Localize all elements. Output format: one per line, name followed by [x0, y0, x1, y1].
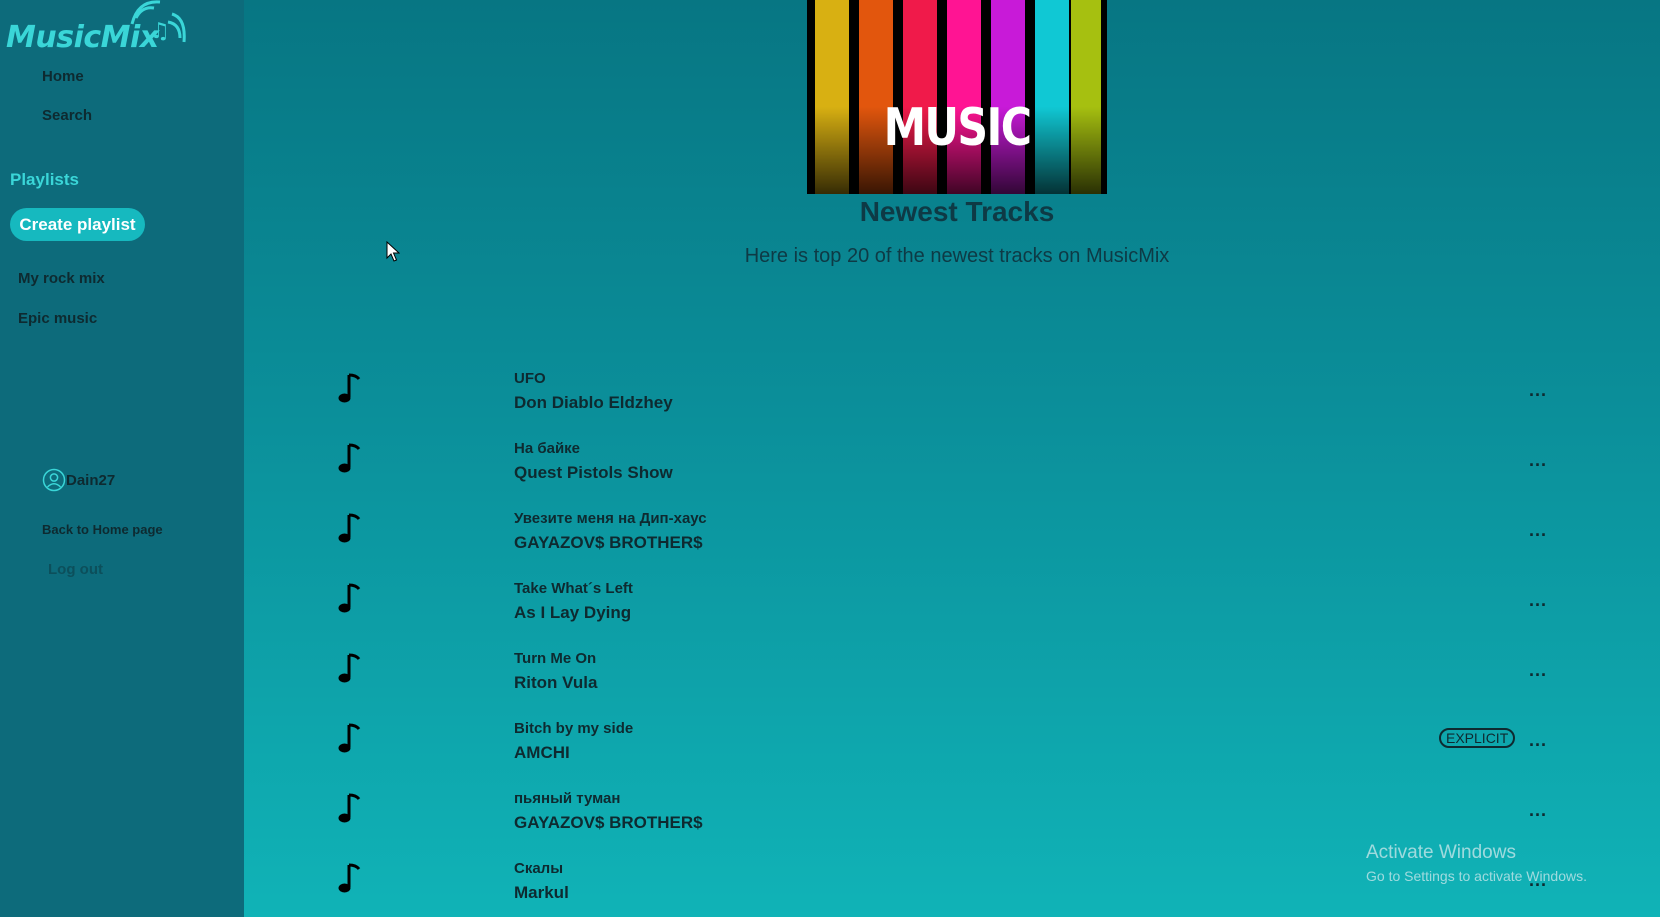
music-note-icon	[338, 583, 361, 613]
track-row[interactable]: Bitch by my side AMCHI EXPLICIT ...	[334, 716, 1564, 776]
track-name: пьяный туман	[514, 790, 621, 807]
track-artist: AMCHI	[514, 743, 570, 762]
cover-text: MUSIC	[883, 98, 1032, 158]
track-name: Увезите меня на Дип-хаус	[514, 510, 707, 527]
more-options-button[interactable]: ...	[1529, 660, 1547, 681]
svg-text:♫: ♫	[150, 19, 170, 44]
track-name: На байке	[514, 440, 581, 457]
track-row[interactable]: Take What´s Left As I Lay Dying ...	[334, 576, 1564, 636]
track-name: Bitch by my side	[514, 720, 634, 737]
sidebar: MusicMix ♫ Home Search Playlists Create …	[0, 0, 244, 917]
track-artist: GAYAZOV$ BROTHER$	[514, 533, 703, 552]
track-artist: Markul	[514, 883, 569, 902]
cover-stripes	[807, 0, 1107, 194]
track-row[interactable]: пьяный туман GAYAZOV$ BROTHER$ ...	[334, 786, 1564, 846]
music-note-icon	[338, 653, 361, 683]
watermark-subtitle: Go to Settings to activate Windows.	[1366, 868, 1587, 884]
track-name: UFO	[514, 370, 546, 387]
main-content: MUSIC Newest Tracks Here is top 20 of th…	[244, 0, 1660, 917]
track-row[interactable]: Увезите меня на Дип-хаус GAYAZOV$ BROTHE…	[334, 506, 1564, 566]
track-name: Скалы	[514, 860, 564, 877]
activate-windows-watermark: Activate Windows Go to Settings to activ…	[1366, 842, 1587, 884]
user-profile[interactable]: Dain27	[42, 468, 115, 492]
music-note-icon	[338, 373, 361, 403]
more-options-button[interactable]: ...	[1529, 520, 1547, 541]
username: Dain27	[66, 471, 116, 489]
music-note-icon	[338, 723, 361, 753]
page-title: Newest Tracks	[859, 196, 1055, 227]
music-note-icon	[338, 863, 361, 893]
track-row[interactable]: На байке Quest Pistols Show ...	[334, 436, 1564, 496]
more-options-button[interactable]: ...	[1529, 800, 1547, 821]
track-artist: As I Lay Dying	[514, 603, 632, 622]
more-options-button[interactable]: ...	[1529, 730, 1547, 751]
playlist-item-my-rock-mix[interactable]: My rock mix	[18, 270, 105, 287]
more-options-button[interactable]: ...	[1529, 380, 1547, 401]
sidebar-item-search[interactable]: Search	[42, 107, 92, 124]
track-row[interactable]: Turn Me On Riton Vula ...	[334, 646, 1564, 706]
track-row[interactable]: UFO Don Diablo Eldzhey ...	[334, 366, 1564, 426]
watermark-title: Activate Windows	[1366, 842, 1516, 863]
logout-button[interactable]: Log out	[48, 561, 103, 578]
music-note-icon	[338, 443, 361, 473]
music-note-icon	[338, 513, 361, 543]
musicmix-logo[interactable]: MusicMix ♫	[4, 0, 186, 56]
more-options-button[interactable]: ...	[1529, 590, 1547, 611]
mouse-pointer-icon	[386, 241, 400, 262]
playlist-item-epic-music[interactable]: Epic music	[18, 310, 97, 327]
track-artist: Quest Pistols Show	[514, 463, 673, 482]
user-avatar-icon	[42, 468, 66, 492]
playlists-heading: Playlists	[10, 170, 79, 189]
create-playlist-button[interactable]: Create playlist	[10, 208, 145, 241]
music-note-icon	[338, 793, 361, 823]
sidebar-item-home[interactable]: Home	[42, 68, 84, 85]
track-artist: Riton Vula	[514, 673, 598, 692]
music-waves-icon: ♫	[130, 0, 186, 44]
more-options-button[interactable]: ...	[1529, 450, 1547, 471]
track-name: Take What´s Left	[514, 580, 633, 597]
page-subtitle: Here is top 20 of the newest tracks on M…	[744, 245, 1170, 267]
track-artist: GAYAZOV$ BROTHER$	[514, 813, 703, 832]
track-artist: Don Diablo Eldzhey	[514, 393, 673, 412]
back-to-home-link[interactable]: Back to Home page	[42, 522, 163, 537]
music-cover-image: MUSIC	[807, 0, 1107, 194]
track-name: Turn Me On	[514, 650, 597, 667]
explicit-badge: EXPLICIT	[1439, 728, 1516, 748]
